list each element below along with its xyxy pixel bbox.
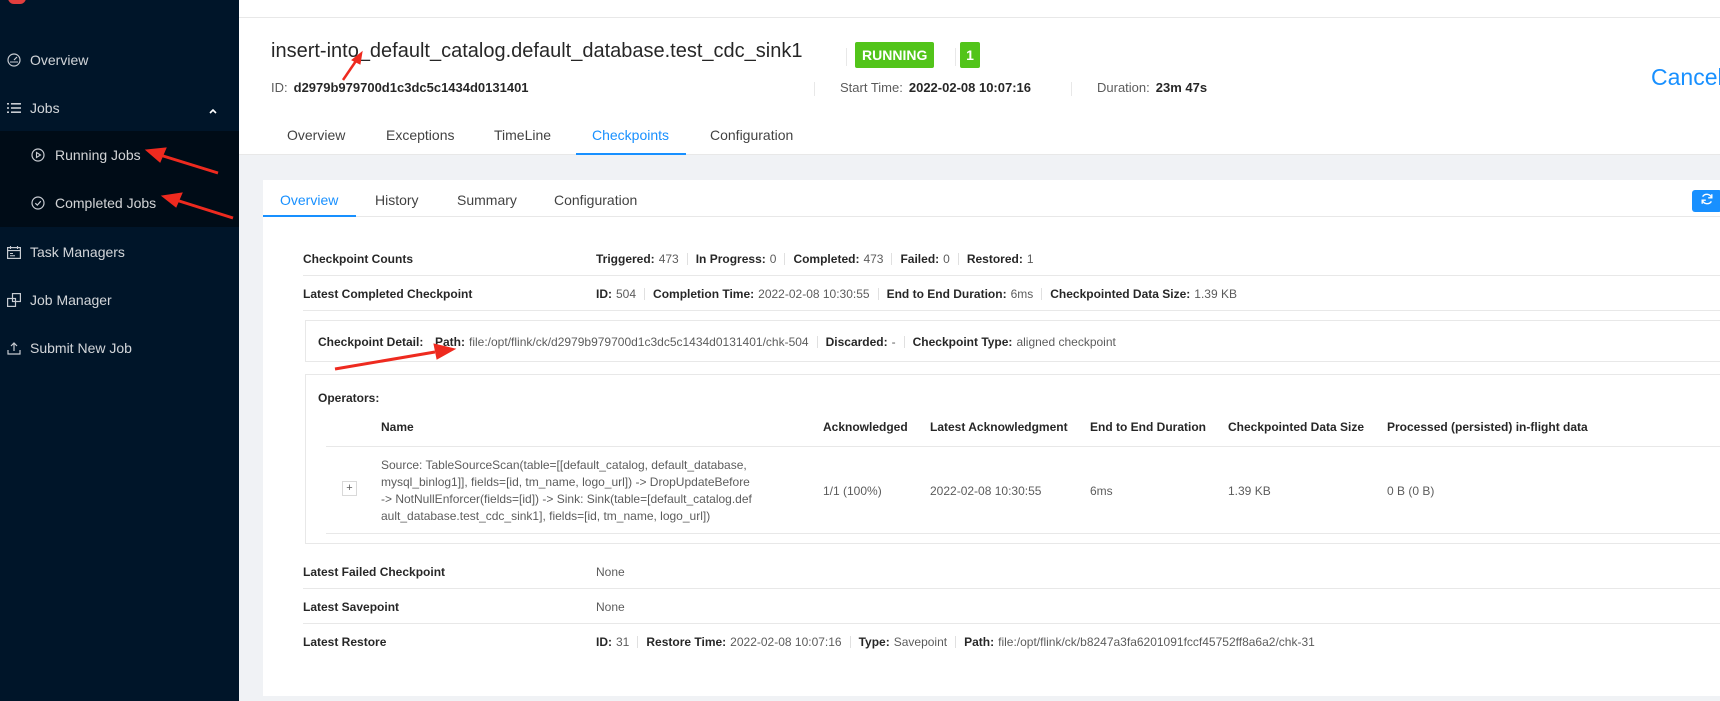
parallelism-badge: 1 bbox=[960, 42, 980, 68]
acknowledged: 1/1 (100%) bbox=[823, 484, 882, 498]
play-circle-icon bbox=[30, 147, 46, 163]
check-circle-icon bbox=[30, 195, 46, 211]
sidebar-item-label: Overview bbox=[30, 52, 89, 68]
divider bbox=[814, 82, 815, 96]
detail-label: Checkpoint Detail: bbox=[318, 335, 424, 349]
column-header: Acknowledged bbox=[823, 420, 908, 434]
jobs-submenu: Running Jobs Completed Jobs bbox=[0, 131, 239, 227]
sidebar-item-completed-jobs[interactable]: Completed Jobs bbox=[0, 179, 239, 227]
subtab-history[interactable]: History bbox=[375, 192, 419, 208]
sidebar-item-label: Submit New Job bbox=[30, 340, 132, 356]
latest-savepoint-row: Latest Savepoint None bbox=[303, 589, 1720, 624]
sidebar-item-label: Job Manager bbox=[30, 292, 112, 308]
operator-name: Source: TableSourceScan(table=[[default_… bbox=[381, 458, 752, 523]
status-badge: RUNNING bbox=[855, 42, 935, 68]
subtab-configuration[interactable]: Configuration bbox=[554, 192, 637, 208]
job-header: insert-into_default_catalog.default_data… bbox=[239, 18, 1720, 155]
latest-acknowledgment: 2022-02-08 10:30:55 bbox=[930, 484, 1042, 498]
sidebar-item-label: Completed Jobs bbox=[55, 195, 157, 211]
operators-label: Operators: bbox=[318, 391, 380, 405]
checkpoint-subtabs: Overview History Summary Configuration bbox=[263, 180, 1720, 217]
end-to-end-duration: 6ms bbox=[1090, 484, 1113, 498]
divider bbox=[846, 48, 847, 66]
logo bbox=[0, 0, 239, 10]
table-header: Name Acknowledged Latest Acknowledgment … bbox=[326, 409, 1720, 447]
sync-icon bbox=[1700, 192, 1714, 211]
sidebar-item-jobs[interactable]: Jobs bbox=[0, 84, 239, 132]
tab-checkpoints[interactable]: Checkpoints bbox=[592, 127, 669, 143]
active-tab-indicator bbox=[576, 153, 686, 155]
tab-overview[interactable]: Overview bbox=[287, 127, 345, 143]
checkpoint-counts-row: Checkpoint Counts Triggered: 473 In Progr… bbox=[303, 241, 1720, 276]
dashboard-icon bbox=[6, 52, 22, 68]
list-icon bbox=[6, 100, 22, 116]
column-header: Latest Acknowledgment bbox=[930, 420, 1068, 434]
divider bbox=[955, 48, 956, 66]
row-value: Triggered: 473 In Progress: 0 Completed: 47… bbox=[596, 252, 1034, 266]
row-label: Latest Restore bbox=[303, 635, 387, 649]
row-value: None bbox=[596, 600, 625, 614]
sidebar-item-submit-new-job[interactable]: Submit New Job bbox=[0, 324, 239, 372]
start-time: Start Time: 2022-02-08 10:07:16 bbox=[840, 80, 1032, 95]
duration: Duration: 23m 47s bbox=[1097, 80, 1208, 95]
row-label: Latest Failed Checkpoint bbox=[303, 565, 446, 579]
column-header: End to End Duration bbox=[1090, 420, 1206, 434]
checkpoints-panel: Overview History Summary Configuration C… bbox=[263, 180, 1720, 696]
checkpointed-data-size: 1.39 KB bbox=[1228, 484, 1271, 498]
row-value: ID: 31 Restore Time: 2022-02-08 10:07:16 T… bbox=[596, 635, 1315, 649]
latest-restore-row: Latest Restore ID: 31 Restore Time: 2022-0… bbox=[303, 624, 1720, 659]
upload-icon bbox=[6, 340, 22, 356]
subtab-overview[interactable]: Overview bbox=[280, 192, 338, 208]
expand-row-button[interactable]: + bbox=[342, 481, 357, 496]
sidebar-item-label: Jobs bbox=[30, 100, 60, 116]
latest-failed-checkpoint-row: Latest Failed Checkpoint None bbox=[303, 554, 1720, 589]
column-header: Processed (persisted) in-flight data bbox=[1387, 420, 1588, 434]
sidebar-item-label: Task Managers bbox=[30, 244, 125, 260]
sidebar-item-overview[interactable]: Overview bbox=[0, 36, 239, 84]
subtab-summary[interactable]: Summary bbox=[457, 192, 517, 208]
sidebar-item-task-managers[interactable]: Task Managers bbox=[0, 228, 239, 276]
column-header: Name bbox=[381, 420, 414, 434]
row-label: Latest Completed Checkpoint bbox=[303, 287, 473, 301]
top-bar bbox=[239, 0, 1720, 18]
row-label: Checkpoint Counts bbox=[303, 252, 413, 266]
sidebar: Overview Jobs Running Jobs Completed Job… bbox=[0, 0, 239, 701]
build-icon bbox=[6, 292, 22, 308]
chevron-up-icon[interactable] bbox=[208, 103, 218, 114]
sidebar-item-label: Running Jobs bbox=[55, 147, 141, 163]
schedule-icon bbox=[6, 244, 22, 260]
latest-completed-checkpoint-row: Latest Completed Checkpoint ID: 504 Compl… bbox=[303, 276, 1720, 311]
divider bbox=[1071, 82, 1072, 96]
row-value: ID: 504 Completion Time: 2022-02-08 10:30:… bbox=[596, 287, 1237, 301]
column-header: Checkpointed Data Size bbox=[1228, 420, 1365, 434]
job-id: ID: d2979b979700d1c3dc5c1434d0131401 bbox=[271, 80, 529, 95]
detail-value: Path: file:/opt/flink/ck/d2979b979700d1c3… bbox=[435, 335, 1116, 349]
tab-exceptions[interactable]: Exceptions bbox=[386, 127, 454, 143]
operators-table: Operators: Name Acknowledged Latest Ackn… bbox=[305, 374, 1720, 544]
sidebar-item-running-jobs[interactable]: Running Jobs bbox=[0, 131, 239, 179]
row-label: Latest Savepoint bbox=[303, 600, 400, 614]
row-value: None bbox=[596, 565, 625, 579]
table-row: + Source: TableSourceScan(table=[[defaul… bbox=[326, 447, 1720, 534]
inflight-data: 0 B (0 B) bbox=[1387, 484, 1435, 498]
sidebar-item-job-manager[interactable]: Job Manager bbox=[0, 276, 239, 324]
tab-timeline[interactable]: TimeLine bbox=[494, 127, 551, 143]
checkpoint-detail: Checkpoint Detail: Path: file:/opt/flink/… bbox=[305, 320, 1720, 362]
cancel-job-button[interactable]: Cancel bbox=[1651, 64, 1720, 91]
page-title: insert-into_default_catalog.default_data… bbox=[271, 40, 803, 62]
active-subtab-indicator bbox=[263, 215, 356, 217]
refresh-button[interactable] bbox=[1692, 190, 1720, 212]
tab-configuration[interactable]: Configuration bbox=[710, 127, 793, 143]
